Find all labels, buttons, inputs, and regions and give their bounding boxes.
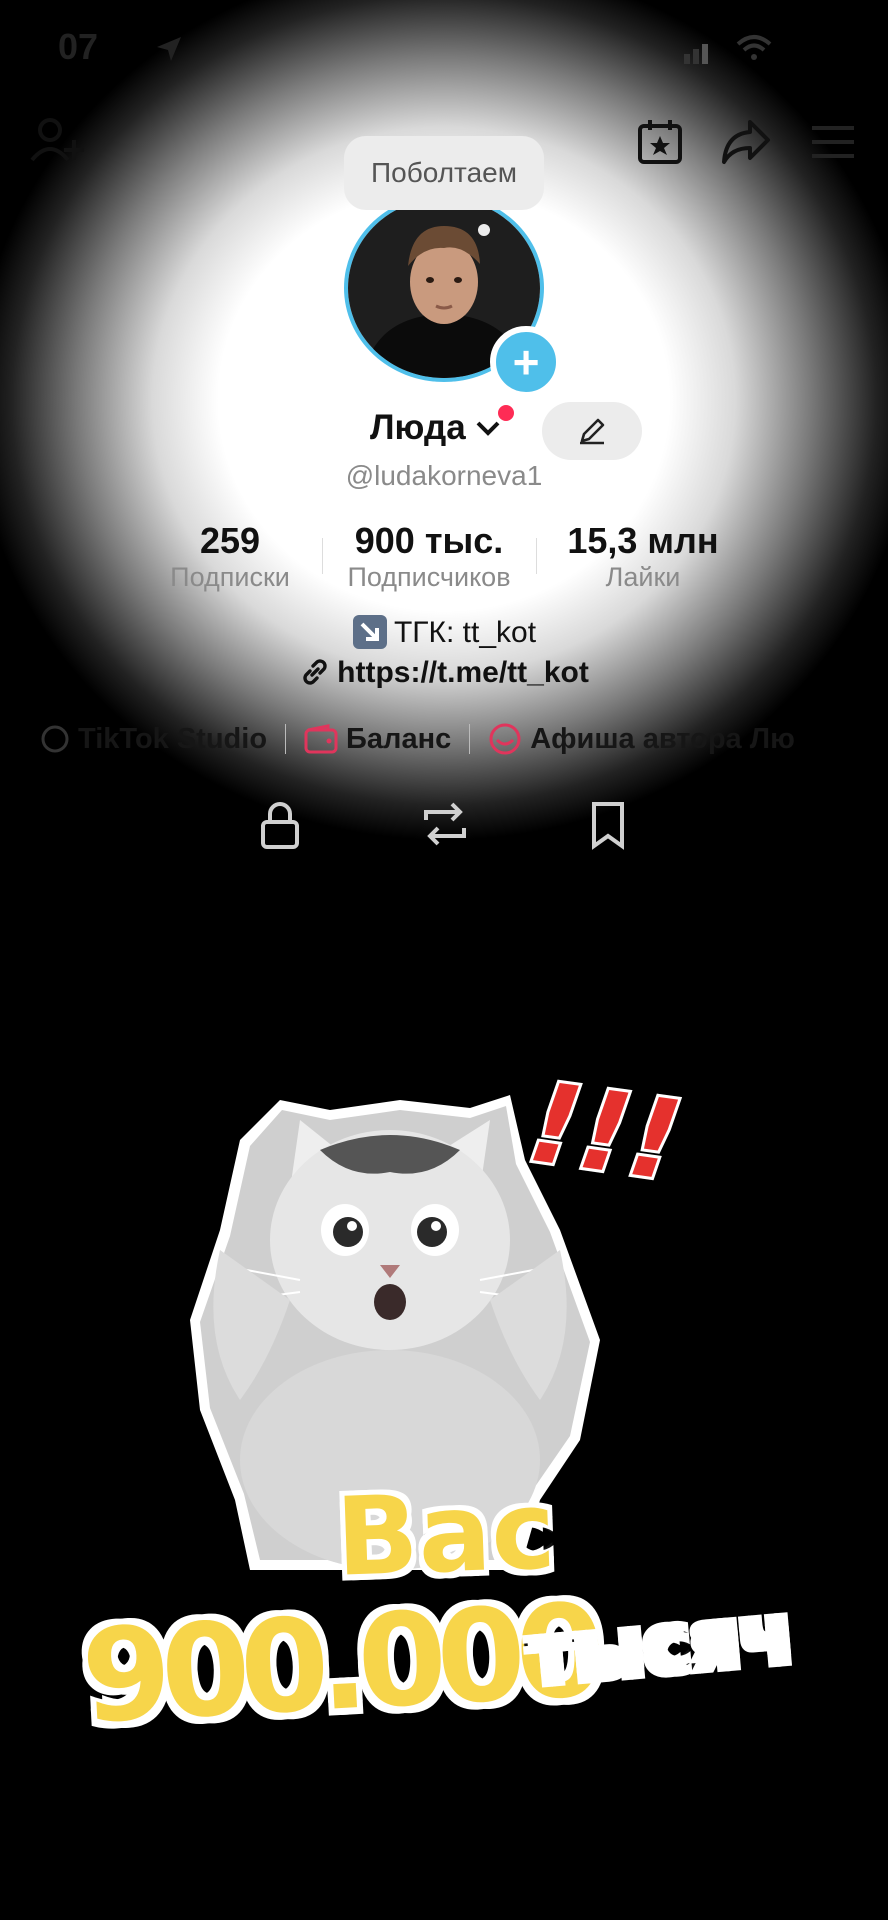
stats-row: 259 Подписки 900 тыс. Подписчиков 15,3 м… [150,520,738,593]
arrow-down-right-icon [352,615,387,649]
divider [285,724,287,754]
stat-label: Подписчиков [347,562,511,592]
bio-line: ТГК: tt_kot [0,614,888,650]
stat-label: Лайки [605,562,681,592]
stat-value: 15,3 млн [567,520,719,561]
note-bubble[interactable]: Поболтаем [344,136,544,210]
link-icon [303,659,327,685]
add-story-button[interactable]: + [490,326,562,398]
stat-value: 900 тыс. [354,520,504,561]
status-time: 07 [58,26,99,67]
event-icon [489,723,521,755]
bio-text: ТГК: tt_kot [393,616,537,649]
chevron-down-icon[interactable] [474,414,502,442]
wallet-icon [304,724,338,754]
notification-dot [498,405,514,421]
add-friend-icon[interactable] [30,116,86,166]
caption-number: 900.000 [74,1573,602,1757]
note-bubble-tail [478,224,490,236]
divider [321,538,323,574]
stat-likes[interactable]: 15,3 млн Лайки [548,520,738,593]
creator-tools-row: TikTok Studio Баланс Афиша автора Лю [40,722,795,756]
calendar-star-icon[interactable] [636,118,684,166]
tool-label: TikTok Studio [78,722,268,755]
tool-label: Афиша автора Лю [530,722,795,755]
lock-icon[interactable] [258,800,302,850]
menu-icon[interactable] [810,124,856,160]
stat-following[interactable]: 259 Подписки [150,520,310,593]
stat-followers[interactable]: 900 тыс. Подписчиков [334,520,524,593]
bookmark-icon[interactable] [588,800,628,850]
screen: 07 Поболтаем + Люда @ludakorneva1 259 По… [0,0,888,1920]
location-arrow-icon [157,37,181,61]
repost-icon[interactable] [420,800,470,848]
bio-link-text: https://t.me/tt_kot [337,656,589,689]
bio-link[interactable]: https://t.me/tt_kot [0,656,888,690]
profile-handle: @ludakorneva1 [345,460,543,491]
tiktok-studio-icon [41,725,69,753]
divider [535,538,537,574]
stat-label: Подписки [170,562,290,592]
stat-value: 259 [199,520,261,561]
tiktok-studio-button[interactable]: TikTok Studio [40,723,267,756]
pencil-icon [580,418,605,445]
signal-icon [684,44,708,64]
wifi-icon [736,35,772,60]
profile-name[interactable]: Люда [370,408,466,448]
tool-label: Баланс [346,722,452,755]
author-events-button[interactable]: Афиша автора Лю [488,722,795,756]
edit-profile-button[interactable] [542,402,642,460]
note-bubble-text: Поболтаем [371,157,517,188]
share-icon[interactable] [720,118,772,166]
exclamation-marks: !!! [519,1055,692,1209]
balance-button[interactable]: Баланс [304,723,451,756]
divider [469,724,471,754]
